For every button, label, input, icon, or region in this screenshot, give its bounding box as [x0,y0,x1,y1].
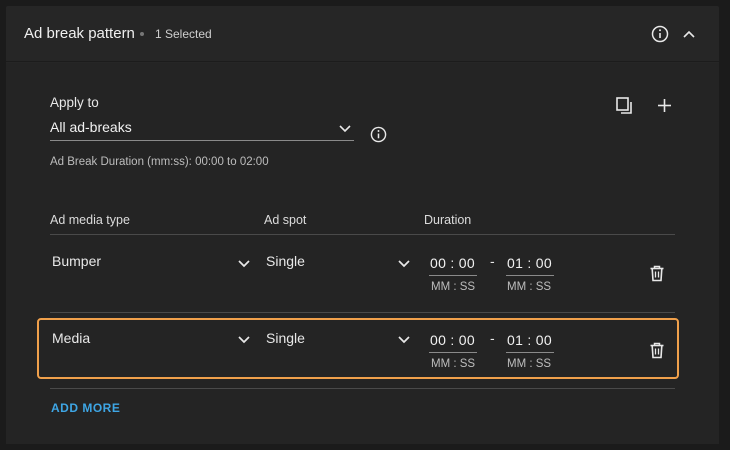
chevron-down-icon[interactable] [397,332,411,346]
column-header-media-type: Ad media type [50,213,130,227]
selected-count: 1 Selected [155,27,212,41]
ad-break-pattern-panel: Ad break pattern 1 Selected Apply to All… [6,6,719,444]
chevron-down-icon[interactable] [237,332,251,346]
chevron-down-icon [339,125,351,133]
start-time-underline [429,275,477,276]
info-icon[interactable] [651,25,669,43]
duration-dash: - [490,253,495,269]
start-time-input[interactable]: 00 : 00 [430,255,475,271]
copy-icon[interactable] [615,96,635,116]
separator-dot [140,32,144,36]
trash-icon[interactable] [649,342,665,359]
column-header-duration: Duration [424,213,472,227]
duration-dash: - [490,330,495,346]
end-time-underline [506,275,554,276]
panel-body: Apply to All ad-breaks Ad Break Duration… [6,63,719,444]
info-icon[interactable] [370,126,387,143]
apply-to-value: All ad-breaks [50,119,132,135]
panel-title: Ad break pattern [24,25,135,42]
row-divider [50,388,675,389]
apply-to-label: Apply to [50,95,99,110]
ad-spot-select[interactable]: Single [266,253,305,269]
add-more-button[interactable]: ADD MORE [51,401,120,415]
trash-icon[interactable] [649,265,665,282]
media-type-select[interactable]: Media [52,330,90,346]
chevron-down-icon[interactable] [237,256,251,270]
column-header-ad-spot: Ad spot [264,213,307,227]
panel-header[interactable]: Ad break pattern 1 Selected [6,6,719,62]
end-time-unit: MM : SS [507,281,552,293]
table-row-selected[interactable]: Media Single 00 : 00 MM : SS - 01 : 00 M… [37,318,679,379]
plus-icon[interactable] [656,97,673,114]
table-row[interactable]: Bumper Single 00 : 00 MM : SS - 01 : 00 … [50,235,675,310]
media-type-select[interactable]: Bumper [52,253,101,269]
chevron-down-icon[interactable] [397,256,411,270]
ad-spot-select[interactable]: Single [266,330,305,346]
start-time-underline [429,352,477,353]
apply-to-select[interactable]: All ad-breaks [50,115,354,141]
duration-hint: Ad Break Duration (mm:ss): 00:00 to 02:0… [50,156,269,168]
end-time-underline [506,352,554,353]
end-time-input[interactable]: 01 : 00 [507,332,552,348]
start-time-unit: MM : SS [431,358,476,370]
chevron-up-icon[interactable] [681,26,697,42]
start-time-unit: MM : SS [431,281,476,293]
start-time-input[interactable]: 00 : 00 [430,332,475,348]
end-time-input[interactable]: 01 : 00 [507,255,552,271]
row-divider [50,312,675,313]
end-time-unit: MM : SS [507,358,552,370]
